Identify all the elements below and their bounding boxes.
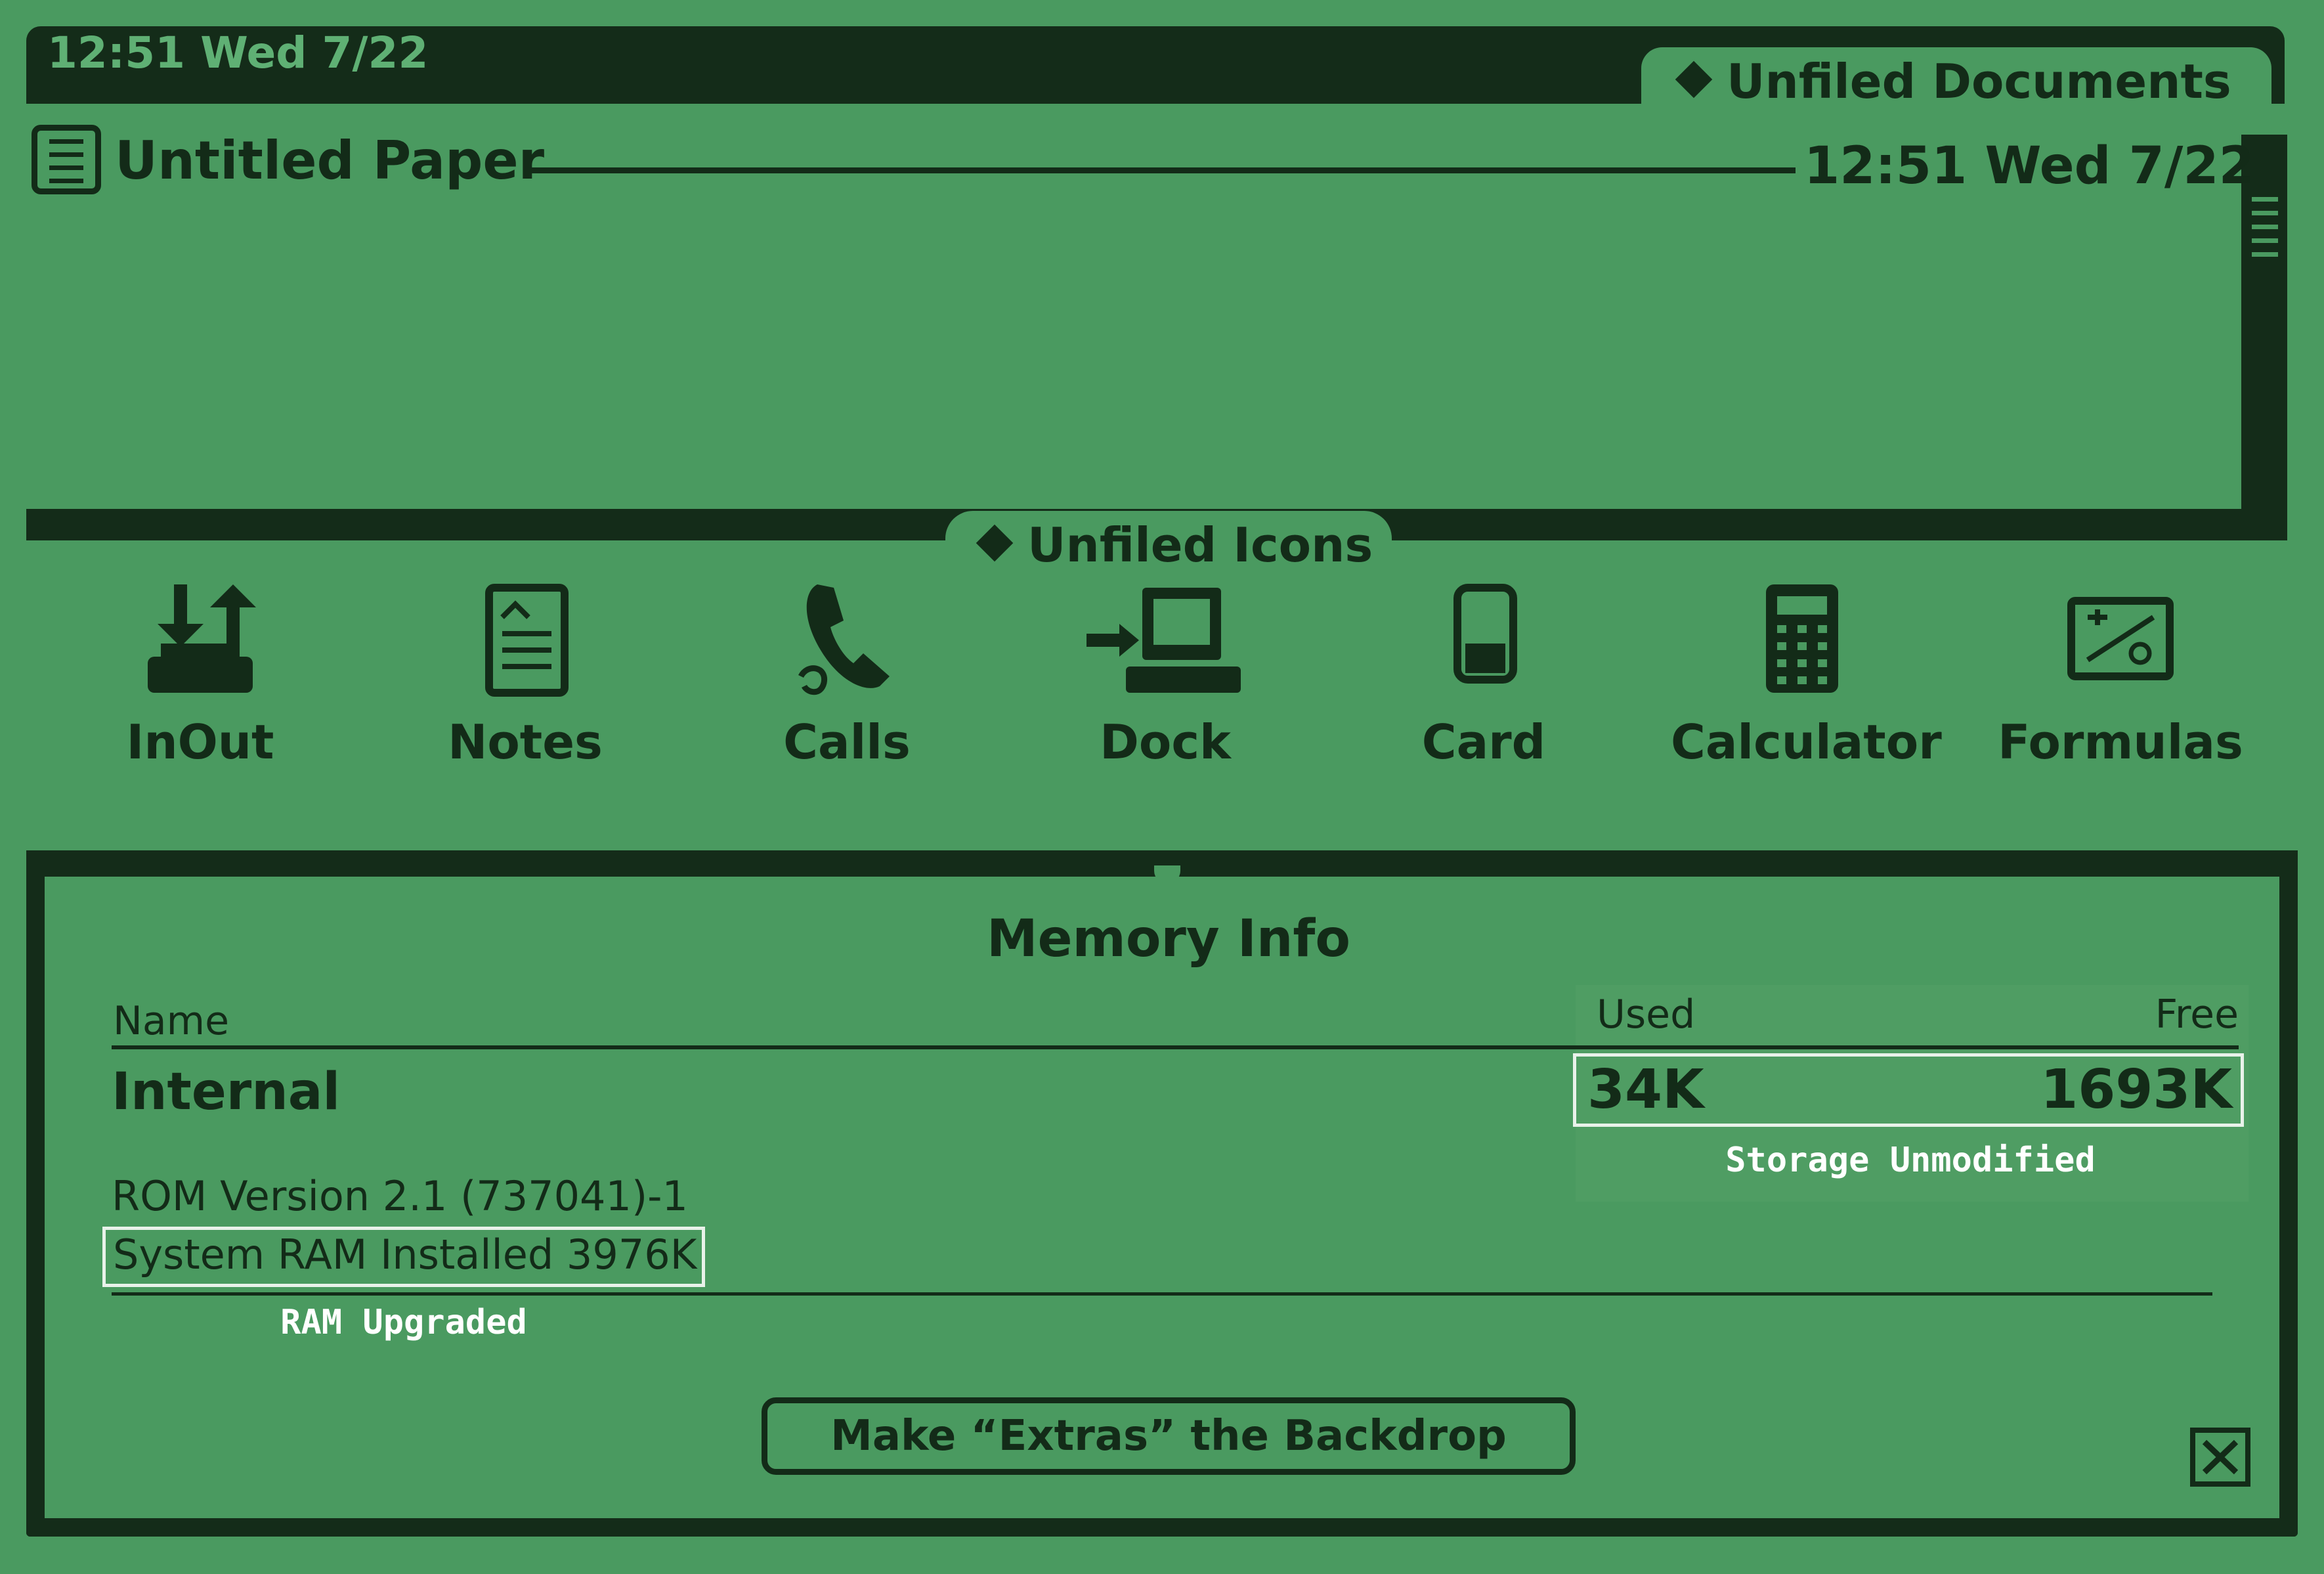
calculator-icon	[1766, 584, 1838, 693]
folder-documents-text: Unfiled Documents	[1727, 54, 2231, 109]
diamond-icon	[976, 524, 1014, 562]
app-calls[interactable]: Calls	[716, 578, 978, 775]
rom-version: ROM Version 2.1 (737041)-1	[112, 1172, 688, 1220]
info-divider	[112, 1292, 2212, 1296]
app-card-label: Card	[1421, 714, 1546, 770]
app-notes[interactable]: Notes	[394, 578, 656, 775]
paper-icon[interactable]	[32, 125, 101, 194]
paper-title[interactable]: Untitled Paper	[115, 130, 544, 191]
folder-icons-text: Unfiled Icons	[1027, 517, 1373, 573]
app-formulas-label: Formulas	[1998, 714, 2243, 770]
header-divider	[112, 1045, 2239, 1049]
app-card[interactable]: Card	[1352, 578, 1615, 775]
ram-installed: System RAM Installed 3976K	[113, 1231, 697, 1279]
dock-icon	[1087, 588, 1241, 693]
scroll-grip-icon[interactable]	[2252, 197, 2278, 282]
paper-title-rule	[528, 167, 1796, 173]
close-x-glyph	[2202, 1439, 2239, 1475]
column-header-free: Free	[2155, 992, 2239, 1038]
ram-annotation: RAM Upgraded	[280, 1303, 527, 1342]
column-header-name: Name	[113, 998, 230, 1044]
app-inout[interactable]: InOut	[69, 578, 332, 775]
formulas-icon	[2067, 597, 2174, 680]
memory-info-title: Memory Info	[987, 909, 1350, 969]
app-calls-label: Calls	[783, 714, 911, 770]
close-icon[interactable]	[2190, 1428, 2250, 1487]
card-icon	[1453, 584, 1517, 684]
paper-date: 12:51 Wed 7/22	[1804, 137, 2254, 196]
make-backdrop-button[interactable]: Make “Extras” the Backdrop	[762, 1397, 1576, 1475]
app-formulas[interactable]: Formulas	[1989, 578, 2252, 775]
app-notes-label: Notes	[448, 714, 603, 770]
memory-row-used: 34K	[1587, 1059, 1704, 1121]
app-calculator[interactable]: Calculator	[1671, 578, 1942, 775]
folder-tab-documents-label[interactable]: Unfiled Documents	[1675, 54, 2231, 109]
memory-row-free: 1693K	[2040, 1059, 2232, 1121]
column-header-used: Used	[1597, 992, 1696, 1038]
diamond-icon	[1675, 60, 1713, 98]
phone-icon	[798, 584, 890, 695]
status-clock[interactable]: 12:51 Wed 7/22	[47, 28, 428, 78]
app-calculator-label: Calculator	[1671, 714, 1942, 770]
app-dock-label: Dock	[1100, 714, 1231, 770]
notes-icon	[485, 584, 569, 697]
folder-tab-icons-label[interactable]: Unfiled Icons	[976, 517, 1373, 573]
memory-row-name: Internal	[112, 1062, 341, 1122]
app-inout-label: InOut	[126, 714, 274, 770]
app-dock[interactable]: Dock	[1034, 578, 1297, 775]
inout-icon	[148, 584, 256, 693]
storage-annotation: Storage Unmodified	[1725, 1141, 2096, 1180]
